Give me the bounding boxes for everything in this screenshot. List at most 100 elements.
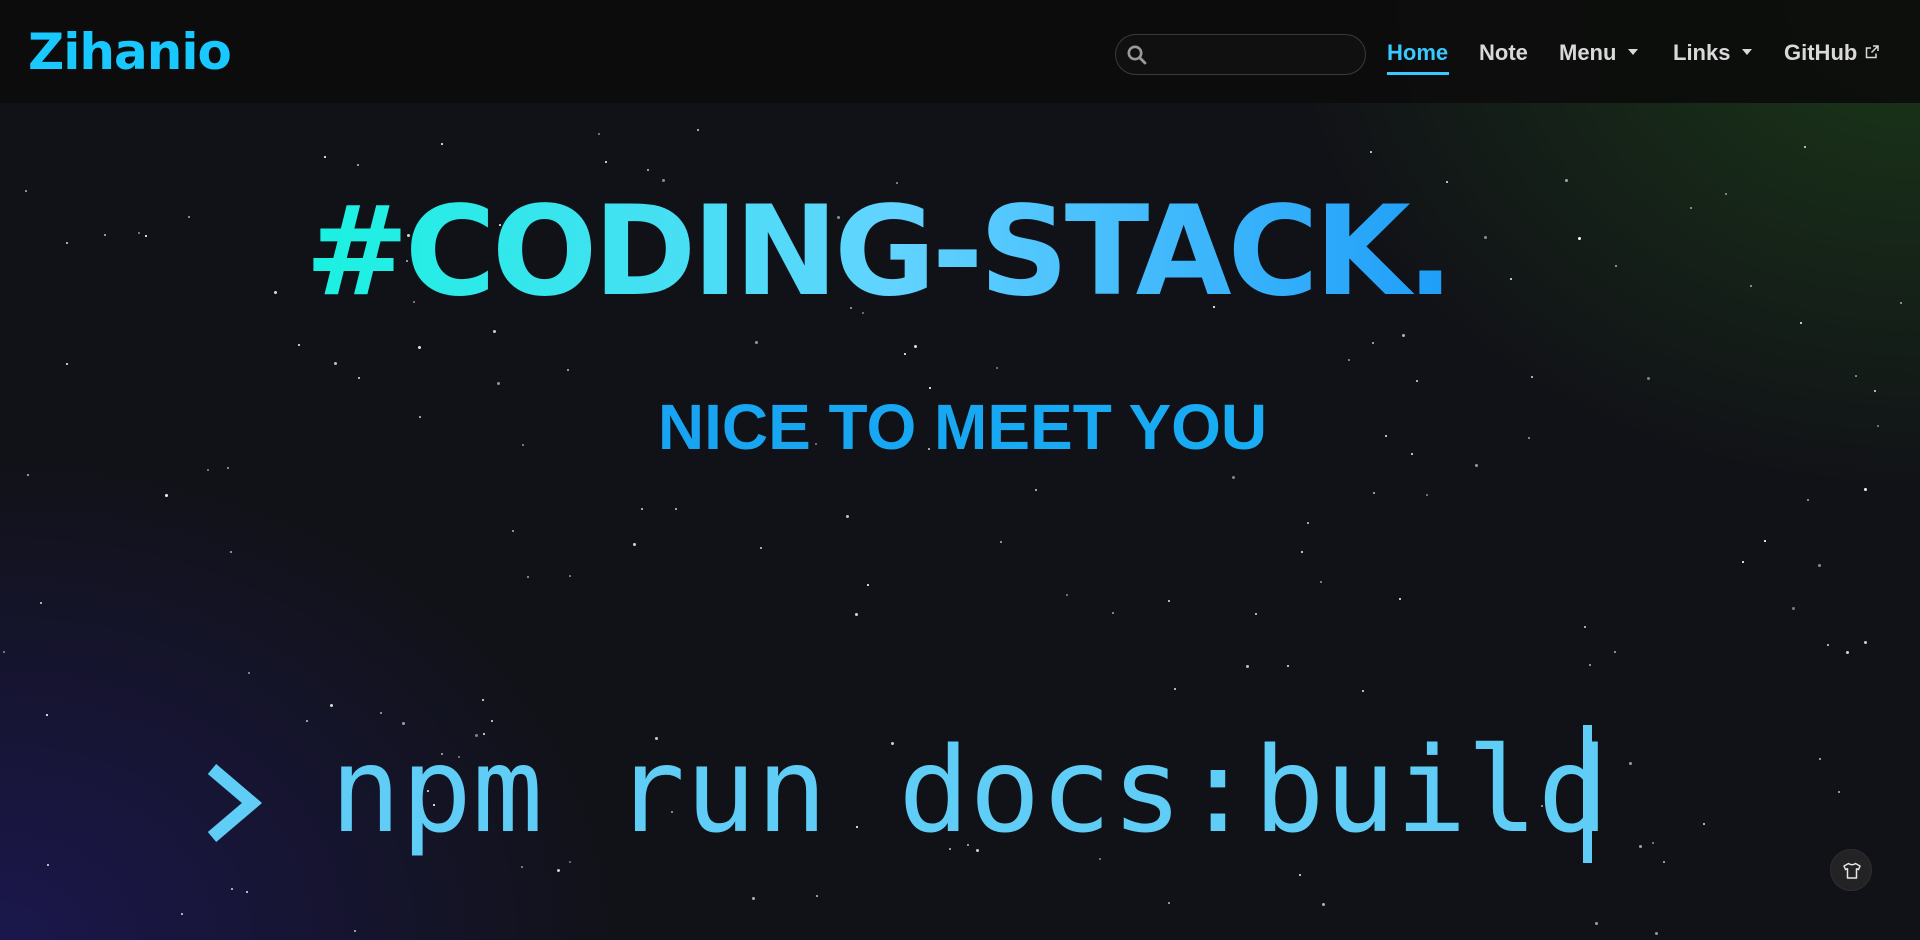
star-dot xyxy=(1846,651,1849,654)
caret-down-icon xyxy=(1742,49,1753,56)
star-dot xyxy=(330,704,333,707)
nav-links-label: Links xyxy=(1673,40,1731,65)
star-dot xyxy=(1475,464,1478,467)
nav-menu-dropdown[interactable]: Menu xyxy=(1559,38,1639,68)
star-dot xyxy=(145,235,147,237)
star-dot xyxy=(66,363,68,365)
star-dot xyxy=(1742,561,1744,563)
star-dot xyxy=(482,699,484,701)
star-dot xyxy=(855,613,858,616)
star-dot xyxy=(1372,342,1374,344)
star-dot xyxy=(647,169,649,171)
shirt-icon xyxy=(1843,862,1861,879)
star-dot xyxy=(641,508,643,510)
star-dot xyxy=(527,576,529,578)
star-dot xyxy=(1703,823,1705,825)
star-dot xyxy=(1690,207,1692,209)
star-dot xyxy=(557,869,560,872)
active-nav-indicator xyxy=(1387,72,1449,75)
star-dot xyxy=(1370,151,1372,153)
star-dot xyxy=(248,672,250,674)
star-dot xyxy=(1416,380,1418,382)
nav-note[interactable]: Note xyxy=(1479,38,1528,68)
star-dot xyxy=(3,651,5,653)
star-dot xyxy=(418,346,421,349)
nav-github-label: GitHub xyxy=(1784,40,1858,65)
star-dot xyxy=(1864,641,1867,644)
star-dot xyxy=(867,584,869,586)
star-dot xyxy=(1589,664,1591,666)
star-dot xyxy=(1112,612,1114,614)
star-dot xyxy=(633,543,636,546)
star-dot xyxy=(1639,845,1642,848)
star-dot xyxy=(1301,551,1303,553)
star-dot xyxy=(1168,902,1170,904)
star-dot xyxy=(1246,665,1249,668)
nav-home-label: Home xyxy=(1387,40,1449,65)
star-dot xyxy=(324,156,326,158)
star-dot xyxy=(1402,334,1405,337)
top-navbar: Zihanio Home Note Menu Links GitHub xyxy=(0,0,1920,103)
star-dot xyxy=(1322,903,1325,906)
star-dot xyxy=(1348,359,1350,361)
star-dot xyxy=(1299,874,1301,876)
star-dot xyxy=(1614,651,1616,653)
chevron-right-icon xyxy=(200,715,330,865)
star-dot xyxy=(1792,607,1795,610)
star-dot xyxy=(1174,688,1176,690)
star-dot xyxy=(512,530,514,532)
star-dot xyxy=(1373,492,1375,494)
nav-github-link[interactable]: GitHub xyxy=(1784,38,1880,68)
star-dot xyxy=(569,575,571,577)
site-logo[interactable]: Zihanio xyxy=(28,20,232,84)
search-box[interactable] xyxy=(1115,34,1366,75)
page: Zihanio Home Note Menu Links GitHub #COD… xyxy=(0,0,1920,940)
external-link-icon xyxy=(1866,45,1880,59)
typing-cursor xyxy=(1583,725,1592,863)
star-dot xyxy=(598,133,600,135)
star-dot xyxy=(1652,842,1654,844)
star-dot xyxy=(521,866,523,868)
star-dot xyxy=(274,291,277,294)
star-dot xyxy=(1655,932,1658,935)
star-dot xyxy=(165,494,168,497)
hero-title: #CODING-STACK. xyxy=(305,172,1615,332)
star-dot xyxy=(1827,644,1829,646)
star-dot xyxy=(996,367,998,369)
nav-links-dropdown[interactable]: Links xyxy=(1673,38,1753,68)
hero-title-container: #CODING-STACK. xyxy=(305,172,1615,332)
theme-switch-button[interactable] xyxy=(1830,849,1872,891)
star-dot xyxy=(1807,499,1809,501)
search-icon xyxy=(1127,45,1147,65)
star-dot xyxy=(1035,489,1037,491)
star-dot xyxy=(47,864,49,866)
star-dot xyxy=(40,602,42,604)
star-dot xyxy=(1864,488,1867,491)
star-dot xyxy=(246,891,248,893)
star-dot xyxy=(816,895,818,897)
star-dot xyxy=(1255,613,1257,615)
star-dot xyxy=(1629,762,1632,765)
star-dot xyxy=(1725,193,1727,195)
star-dot xyxy=(231,888,233,890)
star-dot xyxy=(1615,265,1617,267)
star-dot xyxy=(1764,540,1766,542)
star-dot xyxy=(497,382,500,385)
star-dot xyxy=(1663,861,1665,863)
star-dot xyxy=(1232,476,1235,479)
star-dot xyxy=(929,387,931,389)
star-dot xyxy=(1320,581,1322,583)
star-dot xyxy=(27,474,29,476)
star-dot xyxy=(914,345,917,348)
nav-home[interactable]: Home xyxy=(1387,38,1448,68)
star-dot xyxy=(1584,626,1586,628)
star-dot xyxy=(605,161,607,163)
search-input[interactable] xyxy=(1156,41,1355,71)
star-dot xyxy=(358,377,360,379)
nav-note-label: Note xyxy=(1479,40,1528,65)
star-dot xyxy=(1838,791,1840,793)
star-dot xyxy=(1287,665,1289,667)
star-dot xyxy=(181,913,183,915)
star-dot xyxy=(1819,758,1821,760)
hero-subtitle: NICE TO MEET YOU xyxy=(0,390,1920,464)
